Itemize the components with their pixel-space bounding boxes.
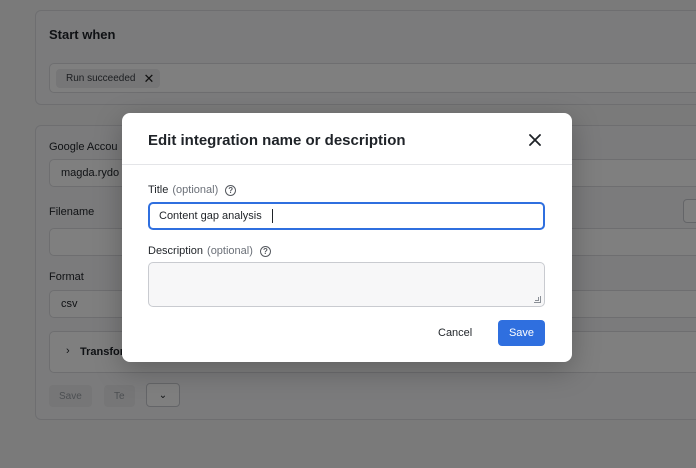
edit-integration-dialog: Edit integration name or description Tit… <box>122 113 572 362</box>
dialog-header: Edit integration name or description <box>122 113 572 165</box>
title-input[interactable] <box>148 202 545 230</box>
title-optional-hint: (optional) <box>172 184 219 196</box>
info-icon[interactable]: ? <box>259 245 271 257</box>
text-cursor <box>272 209 273 223</box>
resize-handle-icon[interactable] <box>534 296 541 303</box>
description-optional-hint: (optional) <box>207 245 253 257</box>
title-field-label: Title (optional) ? <box>148 184 237 196</box>
description-field-label: Description (optional) ? <box>148 245 271 257</box>
cancel-button[interactable]: Cancel <box>432 320 478 346</box>
description-textarea[interactable] <box>148 262 545 307</box>
save-button[interactable]: Save <box>498 320 545 346</box>
info-icon[interactable]: ? <box>225 184 237 196</box>
close-icon[interactable] <box>525 130 545 150</box>
title-label: Title <box>148 184 169 196</box>
description-label: Description <box>148 245 204 257</box>
dialog-title: Edit integration name or description <box>148 132 406 149</box>
